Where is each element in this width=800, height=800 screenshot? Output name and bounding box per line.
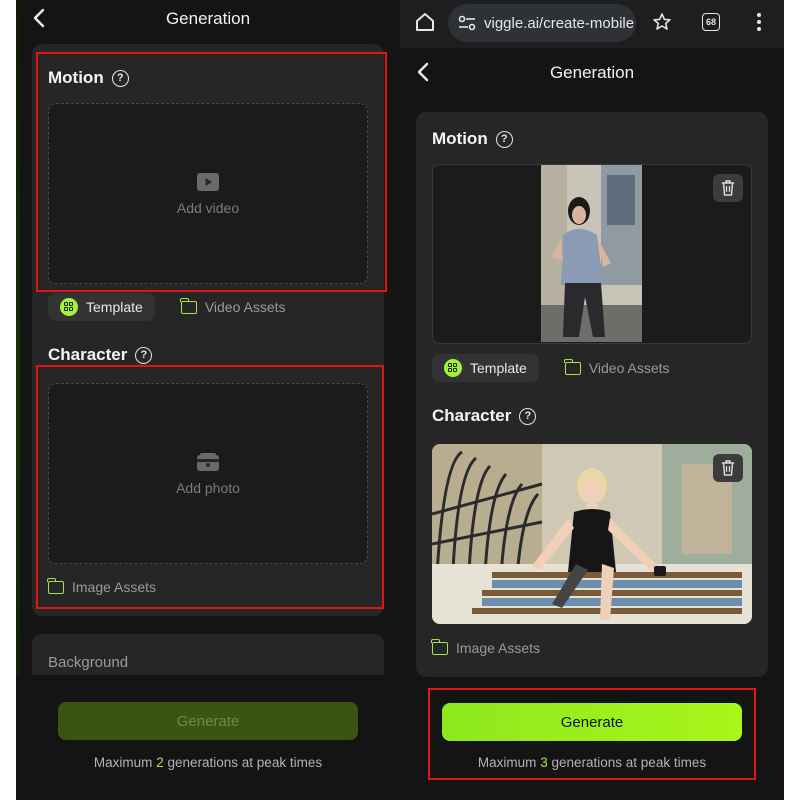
motion-video-thumbnail[interactable] <box>541 165 642 342</box>
motion-source-tabs: Template Video Assets <box>48 293 298 321</box>
template-icon <box>444 359 462 377</box>
header: Generation <box>400 54 784 92</box>
site-settings-icon[interactable] <box>458 15 476 31</box>
highlight-box-motion <box>36 52 387 292</box>
tab-video-assets-label: Video Assets <box>204 299 286 315</box>
delete-video-button[interactable] <box>713 174 743 202</box>
background-title: Background <box>48 654 129 671</box>
right-margin <box>784 0 800 800</box>
left-phone-screen: Generation Motion ? Add video Template V… <box>16 0 400 800</box>
generation-limit-note: Maximum 2 generations at peak times <box>16 755 400 770</box>
character-photo-image <box>432 444 752 624</box>
help-icon[interactable]: ? <box>519 407 537 425</box>
star-icon[interactable] <box>652 12 672 32</box>
tab-template-label: Template <box>86 299 143 315</box>
tabs-count-icon[interactable]: 68 <box>702 13 720 31</box>
dancer-video-image <box>541 165 642 342</box>
note-suffix: generations at peak times <box>167 755 323 770</box>
note-count: 2 <box>156 755 164 770</box>
header: Generation <box>16 0 400 38</box>
generate-label: Generate <box>176 712 240 730</box>
motion-title: Motion <box>432 129 488 148</box>
template-icon <box>60 298 78 316</box>
generate-button-disabled[interactable]: Generate <box>58 702 358 740</box>
character-heading: Character ? <box>48 345 153 365</box>
tab-image-assets-label: Image Assets <box>456 640 541 656</box>
folder-icon <box>180 297 197 314</box>
page-title: Generation <box>165 9 251 28</box>
character-title: Character <box>48 345 128 364</box>
page-title: Generation <box>549 63 635 82</box>
url-text: viggle.ai/create-mobile <box>484 14 635 32</box>
more-vert-icon[interactable] <box>754 12 764 32</box>
tab-image-assets[interactable]: Image Assets <box>431 634 552 662</box>
browser-toolbar: viggle.ai/create-mobile 68 <box>400 0 784 48</box>
address-bar[interactable]: viggle.ai/create-mobile <box>448 4 636 42</box>
highlight-box-character <box>36 365 384 609</box>
folder-icon <box>564 358 581 375</box>
back-arrow-icon[interactable] <box>416 62 430 82</box>
tab-template-label: Template <box>470 360 527 376</box>
right-phone-screen: viggle.ai/create-mobile 68 Generation Mo… <box>400 0 784 800</box>
tab-video-assets[interactable]: Video Assets <box>553 354 682 382</box>
tab-video-assets-label: Video Assets <box>588 360 670 376</box>
character-photo-preview[interactable] <box>432 444 752 624</box>
character-title: Character <box>432 406 512 425</box>
home-icon[interactable] <box>414 11 436 33</box>
character-heading: Character ? <box>432 406 537 426</box>
character-source-tabs: Image Assets <box>431 634 552 662</box>
motion-heading: Motion ? <box>432 129 513 149</box>
trash-icon <box>722 460 734 476</box>
highlight-box-generate <box>428 688 756 780</box>
left-margin <box>0 0 16 800</box>
trash-icon <box>722 180 734 196</box>
comparison-screenshot: Generation Motion ? Add video Template V… <box>0 0 800 800</box>
tab-video-assets[interactable]: Video Assets <box>169 293 298 321</box>
back-arrow-icon[interactable] <box>32 8 46 28</box>
help-icon[interactable]: ? <box>495 130 513 148</box>
tab-template[interactable]: Template <box>432 354 539 382</box>
tab-template[interactable]: Template <box>48 293 155 321</box>
folder-icon <box>431 638 448 655</box>
delete-photo-button[interactable] <box>713 454 743 482</box>
motion-source-tabs: Template Video Assets <box>432 354 682 382</box>
note-prefix: Maximum <box>93 755 153 770</box>
help-icon[interactable]: ? <box>135 346 153 364</box>
